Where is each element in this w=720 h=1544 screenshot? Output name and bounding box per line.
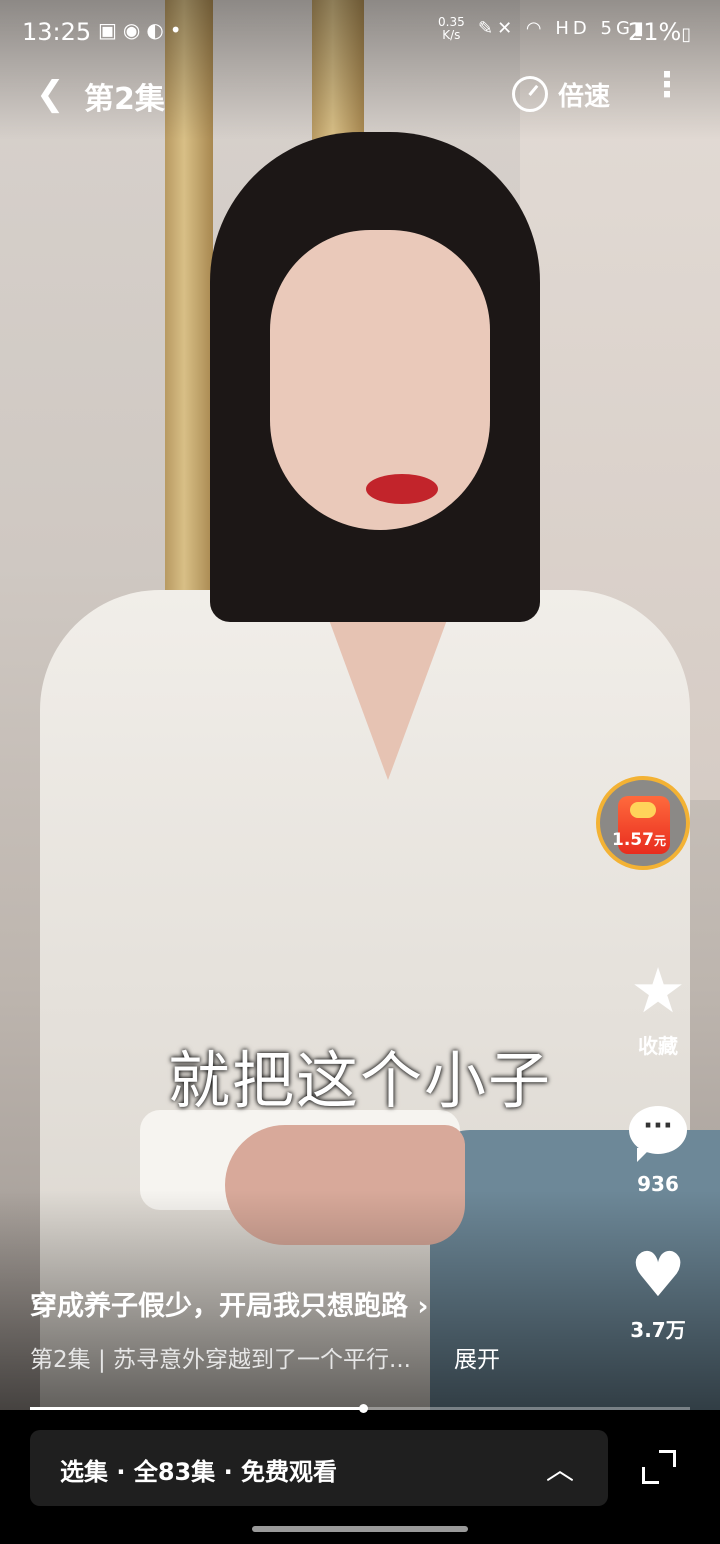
comment-count: 936 <box>637 1172 679 1196</box>
playback-speed-button[interactable]: 倍速 <box>558 76 610 113</box>
like-count: 3.7万 <box>630 1318 686 1342</box>
fullscreen-icon[interactable] <box>642 1450 676 1484</box>
battery-level: 21%▯ <box>628 18 692 46</box>
coin-icon <box>630 802 656 818</box>
status-time: 13:25 <box>22 18 92 46</box>
connectivity-icons: ✎✕ ◠ HD 5G▮ <box>478 18 648 39</box>
show-title-link[interactable]: 穿成养子假少，开局我只想跑路 › <box>30 1284 429 1323</box>
progress-fill <box>30 1407 364 1410</box>
progress-bar[interactable] <box>30 1404 690 1413</box>
network-speed: 0.35 K/s <box>438 16 465 42</box>
episode-selector-label: 选集 · 全83集 · 免费观看 <box>60 1458 338 1486</box>
reward-amount: 1.57元 <box>612 830 666 850</box>
episode-selector[interactable]: 选集 · 全83集 · 免费观看 ︿ <box>30 1430 608 1506</box>
status-bar: 13:25 ▣◉◐• 0.35 K/s ✎✕ ◠ HD 5G▮ 21%▯ <box>0 0 720 62</box>
expand-button[interactable]: 展开 <box>454 1340 500 1374</box>
chevron-up-icon: ︿ <box>545 1453 574 1486</box>
page-title: 第2集 <box>84 82 165 117</box>
mute-icon: ✎✕ <box>478 18 517 39</box>
battery-icon: ▯ <box>681 24 692 45</box>
home-indicator[interactable] <box>252 1526 468 1532</box>
hd-badge: HD <box>555 18 591 39</box>
heart-icon: ♥ <box>630 1238 686 1311</box>
timer-icon[interactable] <box>512 76 548 112</box>
wifi-icon: ◠ <box>525 18 546 39</box>
network-speed-value: 0.35 <box>438 15 465 29</box>
video-frame[interactable] <box>0 0 720 1410</box>
character-lips <box>366 474 438 504</box>
network-speed-unit: K/s <box>442 28 461 42</box>
episode-description: 第2集 | 苏寻意外穿越到了一个平行... <box>30 1347 411 1373</box>
progress-handle[interactable] <box>359 1404 369 1413</box>
more-options-icon[interactable]: ⋮ <box>650 68 684 102</box>
top-bar: ❮ 第2集 倍速 ⋮ <box>0 62 720 126</box>
red-packet-reward[interactable]: 1.57元 <box>596 776 690 870</box>
notification-icons: ▣◉◐• <box>98 18 188 42</box>
back-icon[interactable]: ❮ <box>36 74 65 114</box>
star-icon: ★ <box>630 954 686 1027</box>
video-subtitle: 就把这个小子 <box>167 1044 552 1117</box>
like-button[interactable]: ♥ 3.7万 <box>622 1244 694 1343</box>
